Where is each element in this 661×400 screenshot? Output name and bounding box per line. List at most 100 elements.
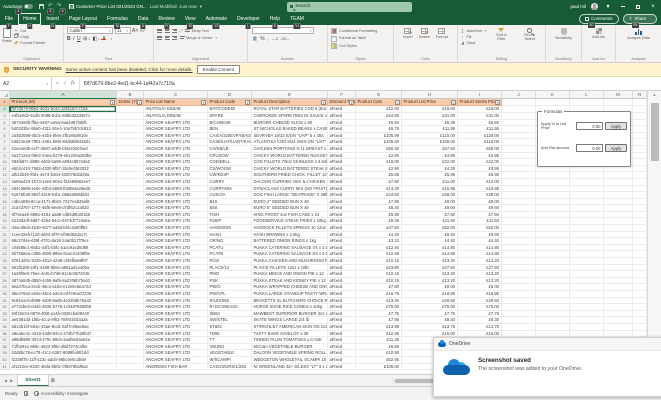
row-number[interactable]: 19	[0, 218, 10, 226]
cell[interactable]	[117, 152, 144, 160]
cell[interactable]	[117, 119, 144, 127]
cell[interactable]	[570, 218, 604, 226]
column-header-H[interactable]: H	[402, 91, 458, 99]
row-number[interactable]: 14	[0, 185, 10, 193]
user-name[interactable]: paul mil	[570, 4, 586, 9]
cell[interactable]: c4bca935-8cca-4171-8b22-7227eab25af8	[10, 198, 117, 206]
cell[interactable]: £11.00	[402, 178, 458, 186]
filter-button[interactable]: ▾	[395, 100, 400, 105]
cell[interactable]: COD FILLETS 7/8oz SKINLESS x 4.54kg	[252, 159, 328, 166]
cell[interactable]: BEN	[208, 126, 252, 133]
cell[interactable]: ANCHOR SEAFRY LTD	[144, 152, 208, 160]
avatar[interactable]	[591, 3, 598, 10]
cell[interactable]: ANCHOR SEAFRY LTD	[144, 304, 208, 311]
cell[interactable]: aFixed	[328, 337, 356, 344]
cell[interactable]	[536, 258, 570, 265]
cell[interactable]	[117, 225, 144, 232]
fill-color-button[interactable]: ◧▾	[92, 36, 99, 42]
cell[interactable]: 86c37d4e-628f-4701-8a18-24a0b17f78ec	[10, 238, 117, 245]
cell[interactable]: HASH	[208, 231, 252, 239]
cell[interactable]	[502, 284, 536, 292]
cell[interactable]	[604, 211, 633, 219]
cell[interactable]: £10.15	[356, 277, 402, 285]
cell[interactable]	[633, 304, 647, 311]
header-cell[interactable]	[502, 99, 536, 107]
cell[interactable]: £57.50	[402, 145, 458, 153]
cell[interactable]	[633, 317, 647, 324]
cell[interactable]	[502, 304, 536, 311]
cell[interactable]: MAWBEST SUPERIOR BURGER 4oz x 48	[252, 310, 328, 318]
cell[interactable]	[536, 178, 570, 186]
cell[interactable]: £9.00	[402, 198, 458, 206]
row-number[interactable]: 32	[0, 304, 10, 311]
cell[interactable]	[604, 244, 633, 252]
cell[interactable]: £7.80	[356, 178, 402, 186]
cell[interactable]: £75.00	[458, 304, 502, 311]
cell[interactable]: £12.00	[356, 106, 402, 113]
cell[interactable]	[633, 139, 647, 146]
cell[interactable]	[502, 218, 536, 226]
cell[interactable]: PCATU	[208, 244, 252, 252]
cell[interactable]: 9f74ea4b-889a-4181-aa88-cd94d9b301b6	[10, 211, 117, 219]
cell[interactable]: £13.20	[402, 277, 458, 285]
cell[interactable]: aFixed	[328, 119, 356, 127]
cell[interactable]: SKATE WINGS LARGE 2/4 lb	[252, 317, 328, 324]
cell[interactable]: 71fb291e-9b8c-4822-9f6e-d8d7274c4f5e	[10, 343, 117, 351]
cell[interactable]	[536, 304, 570, 311]
cell[interactable]: SEVRYBA 16/32 S/ON "UAP" 5 x 454	[252, 132, 328, 140]
cell[interactable]: ANCHOR SEAFRY LTD	[144, 244, 208, 252]
tab-automate[interactable]: Automate Y2	[201, 13, 232, 29]
cell[interactable]	[536, 218, 570, 226]
cell[interactable]	[502, 297, 536, 305]
cell[interactable]: £4.25	[402, 165, 458, 173]
cell[interactable]: PUKKA STEAK AND KIDNEY PIE x 12	[252, 277, 328, 285]
copy-button[interactable]: Copy	[14, 34, 46, 39]
cell[interactable]: ANCHOR SEAFRY LTD	[144, 284, 208, 292]
header-cell[interactable]: Product Description ▾	[252, 99, 328, 107]
cell[interactable]	[570, 317, 604, 324]
tab-formulas[interactable]: Formulas M	[102, 13, 133, 29]
cell[interactable]: ANCHOR SEAFRY LTD	[144, 119, 208, 127]
cell[interactable]	[570, 258, 604, 265]
cell[interactable]	[117, 251, 144, 259]
cell[interactable]: aFixed	[328, 145, 356, 153]
cell[interactable]: £31.00	[458, 112, 502, 120]
cell[interactable]: £15.95	[458, 185, 502, 193]
cell[interactable]: BAT/CODE62	[208, 106, 252, 113]
cell[interactable]	[604, 291, 633, 298]
cell[interactable]: PUKKA LARGE STANDUP PASTY WRAPPED x 12	[252, 291, 328, 298]
cell[interactable]	[633, 251, 647, 259]
cell[interactable]	[570, 238, 604, 245]
cell[interactable]	[117, 264, 144, 272]
cell[interactable]: CRUSOW	[208, 152, 252, 160]
cell[interactable]: £22.00	[402, 159, 458, 166]
align-right-icon[interactable]	[172, 35, 177, 40]
cell[interactable]: £18.95	[458, 291, 502, 298]
cell[interactable]: 8ea47bca-2ecb-46c4-a163-e12e8c6ea72d	[10, 284, 117, 292]
cell[interactable]	[570, 291, 604, 298]
header-cell[interactable]: Price List Name ▾	[144, 99, 208, 107]
cell[interactable]: FOODSERVICE STEAK FRIES x 10kg	[252, 218, 328, 226]
cell[interactable]: ATLANTISA COD 8/24 SKIN ON "UAT" (N2)	[252, 139, 328, 146]
header-cell[interactable]: Product List Price ▾	[402, 99, 458, 107]
cell[interactable]: HADDOCK FILLETS 8PRESS 10 12oz x 4.54kg	[252, 225, 328, 232]
cell[interactable]: ANCHOR SEAFRY LTD	[144, 165, 208, 173]
cell[interactable]: aFixed	[328, 350, 356, 357]
cell[interactable]	[570, 271, 604, 278]
cell[interactable]: CHICKEN PORTIONS N 11 BREAST x 40	[252, 145, 328, 153]
cell[interactable]: aFixed	[328, 205, 356, 212]
cell[interactable]	[536, 185, 570, 193]
sensitivity-button[interactable]: Sensitivity	[552, 27, 575, 53]
tab-view[interactable]: View W	[180, 13, 201, 29]
cell[interactable]: £28.00	[402, 192, 458, 199]
cell[interactable]	[117, 343, 144, 351]
header-cell[interactable]: PriceList (M) ▾	[10, 99, 117, 107]
cell[interactable]	[633, 231, 647, 239]
cell[interactable]: CURRY	[208, 178, 252, 186]
cell[interactable]: aFixed	[328, 185, 356, 193]
row-number[interactable]: 31	[0, 297, 10, 305]
cell[interactable]	[633, 211, 647, 219]
cell[interactable]: CHEROKEE SPARE RIBS IN SAUCE x 12	[252, 112, 328, 120]
cell[interactable]: ANCHOR SEAFRY LTD	[144, 231, 208, 239]
tab-developer[interactable]: Developer L	[232, 13, 265, 29]
